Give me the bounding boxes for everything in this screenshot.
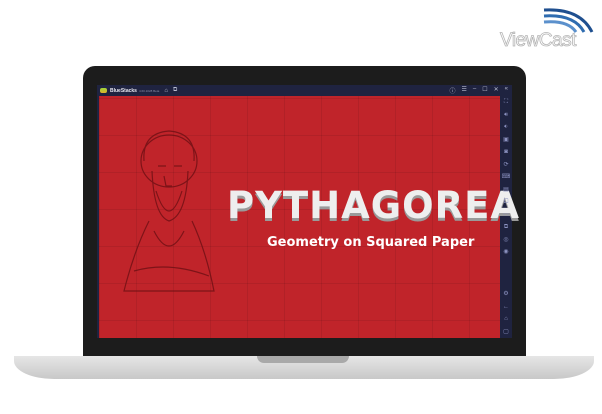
bluestacks-window: BlueStacks 4.60.1028 Beta ⌂ ⧉ ⓘ ☰ – ☐ ✕ … xyxy=(97,85,519,338)
back-icon[interactable]: ← xyxy=(503,301,509,314)
game-subtitle: Geometry on Squared Paper xyxy=(267,235,475,250)
keyboard-icon[interactable]: ⌨ xyxy=(502,171,511,184)
app-version: 4.60.1028 Beta xyxy=(138,88,160,93)
help-icon[interactable]: ⓘ xyxy=(449,86,455,95)
collapse-icon[interactable]: « xyxy=(505,86,508,95)
volume-down-icon[interactable]: 🔉︎ xyxy=(504,121,508,134)
laptop-notch xyxy=(257,356,349,363)
folder-icon[interactable]: ▭ xyxy=(503,209,509,222)
minimize-icon[interactable]: – xyxy=(473,86,476,95)
menu-icon[interactable]: ☰ xyxy=(462,86,467,95)
app-name: BlueStacks xyxy=(110,87,137,94)
media-icon[interactable]: ▤ xyxy=(503,184,509,197)
title-bar: BlueStacks 4.60.1028 Beta ⌂ ⧉ ⓘ ☰ – ☐ ✕ … xyxy=(97,85,512,96)
multi-instance-icon[interactable]: ⧉ xyxy=(173,87,177,94)
home-icon[interactable]: ⌂ xyxy=(164,88,168,94)
home-icon[interactable]: ⌂ xyxy=(504,313,508,326)
settings-icon[interactable]: ⚙ xyxy=(503,288,508,301)
rotate-icon[interactable]: ⟳ xyxy=(503,159,508,172)
recent-apps-icon[interactable]: ▢ xyxy=(503,326,509,339)
game-title-text: PYTHAGOREA xyxy=(227,184,520,227)
location-icon[interactable]: ◎ xyxy=(503,234,508,247)
copy-icon[interactable]: ⧉ xyxy=(504,221,508,234)
shake-icon[interactable]: ◉ xyxy=(503,246,508,259)
close-icon[interactable]: ✕ xyxy=(494,86,499,95)
volume-up-icon[interactable]: 🔊︎ xyxy=(504,109,508,122)
screen-record-icon[interactable]: ▣ xyxy=(503,134,509,147)
game-screen[interactable]: PYTHAGOREA Geometry on Squared Paper xyxy=(99,96,519,338)
maximize-icon[interactable]: ☐ xyxy=(482,86,487,95)
bluestacks-logo-icon xyxy=(100,88,107,93)
game-title: PYTHAGOREA xyxy=(227,184,520,227)
right-toolbar: ⛶ 🔊︎ 🔉︎ ▣ ◙ ⟳ ⌨ ▤ ⧠ ▭ ⧉ ◎ ◉ ⚙ ← ⌂ ▢ xyxy=(500,96,512,338)
pythagoras-bust-image xyxy=(123,130,215,292)
viewcast-logo: ViewCast xyxy=(500,4,600,52)
viewcast-logo-text: ViewCast xyxy=(500,30,577,52)
fullscreen-icon[interactable]: ⛶ xyxy=(504,96,508,109)
multi-instance-icon[interactable]: ⧠ xyxy=(504,196,509,209)
screenshot-icon[interactable]: ◙ xyxy=(504,146,508,159)
